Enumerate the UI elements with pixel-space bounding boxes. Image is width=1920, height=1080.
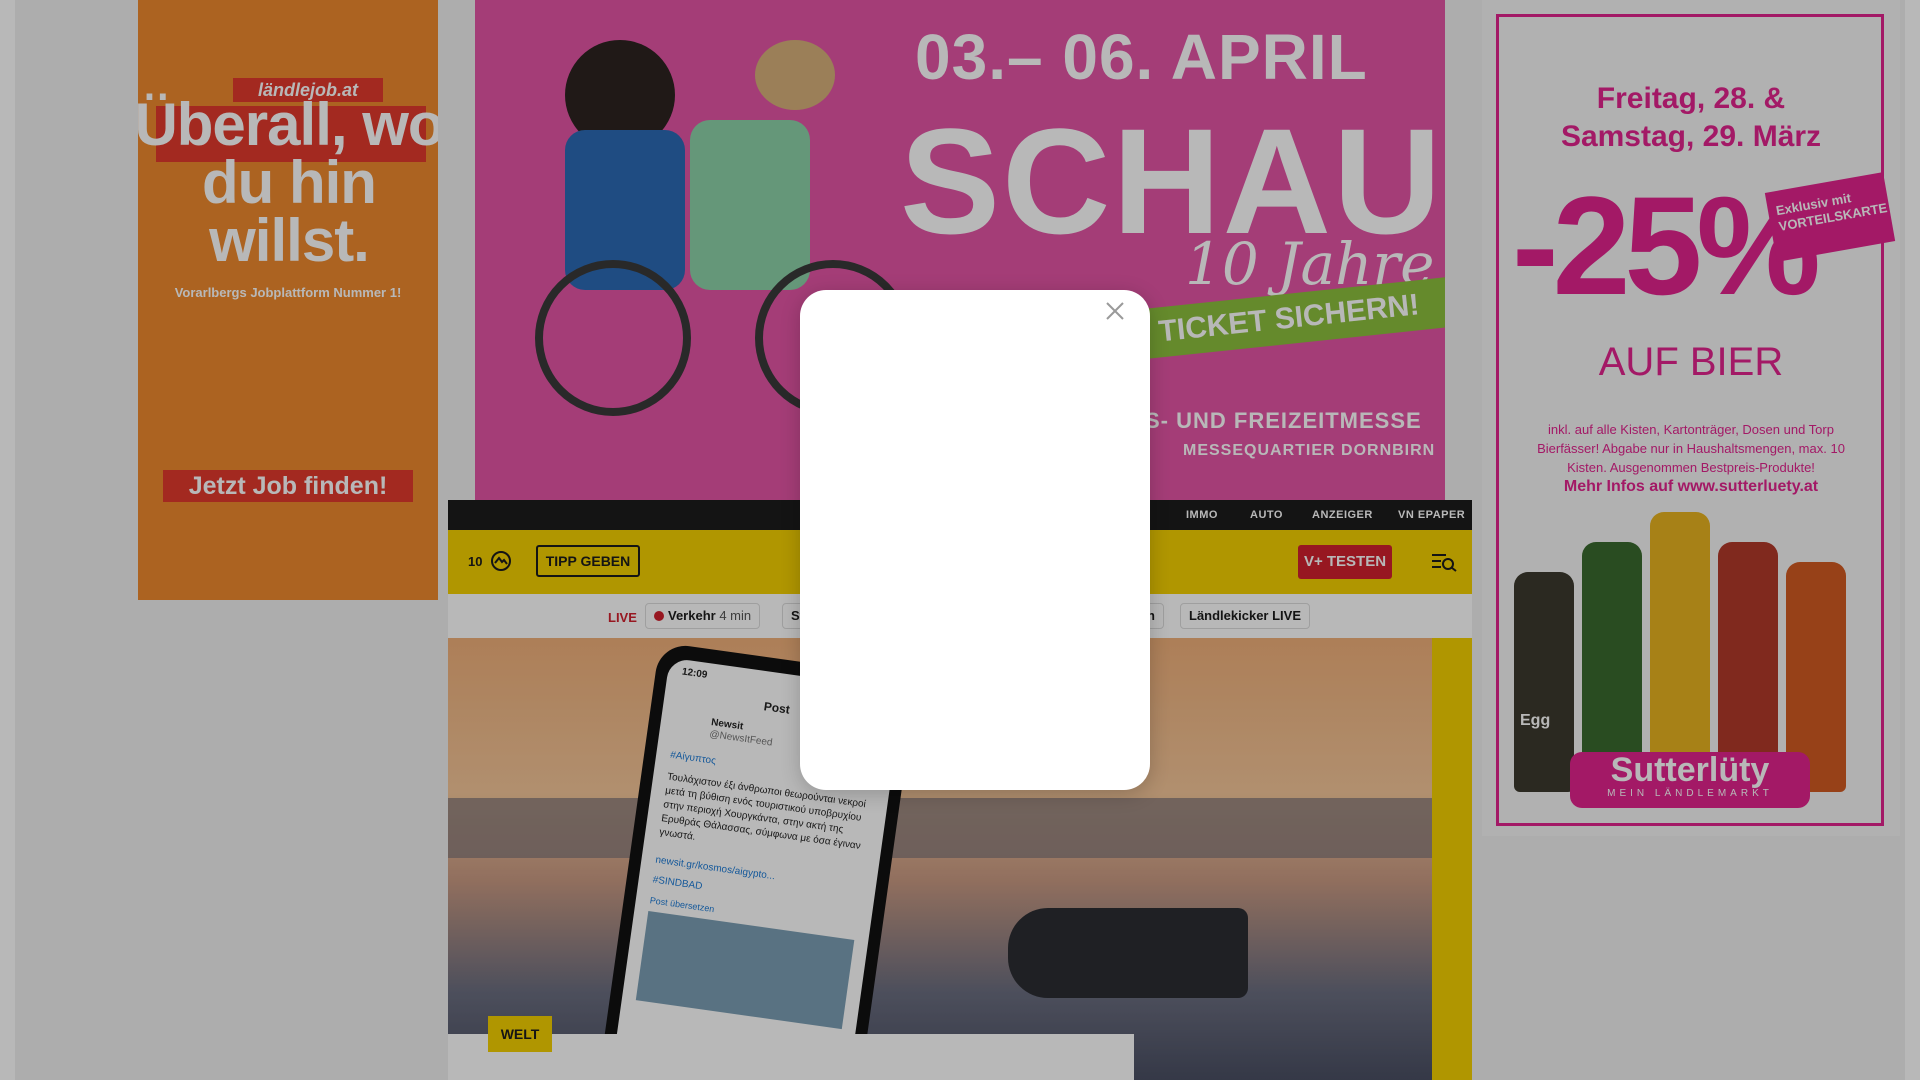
popup-modal (800, 290, 1150, 790)
close-icon[interactable] (1102, 298, 1128, 324)
